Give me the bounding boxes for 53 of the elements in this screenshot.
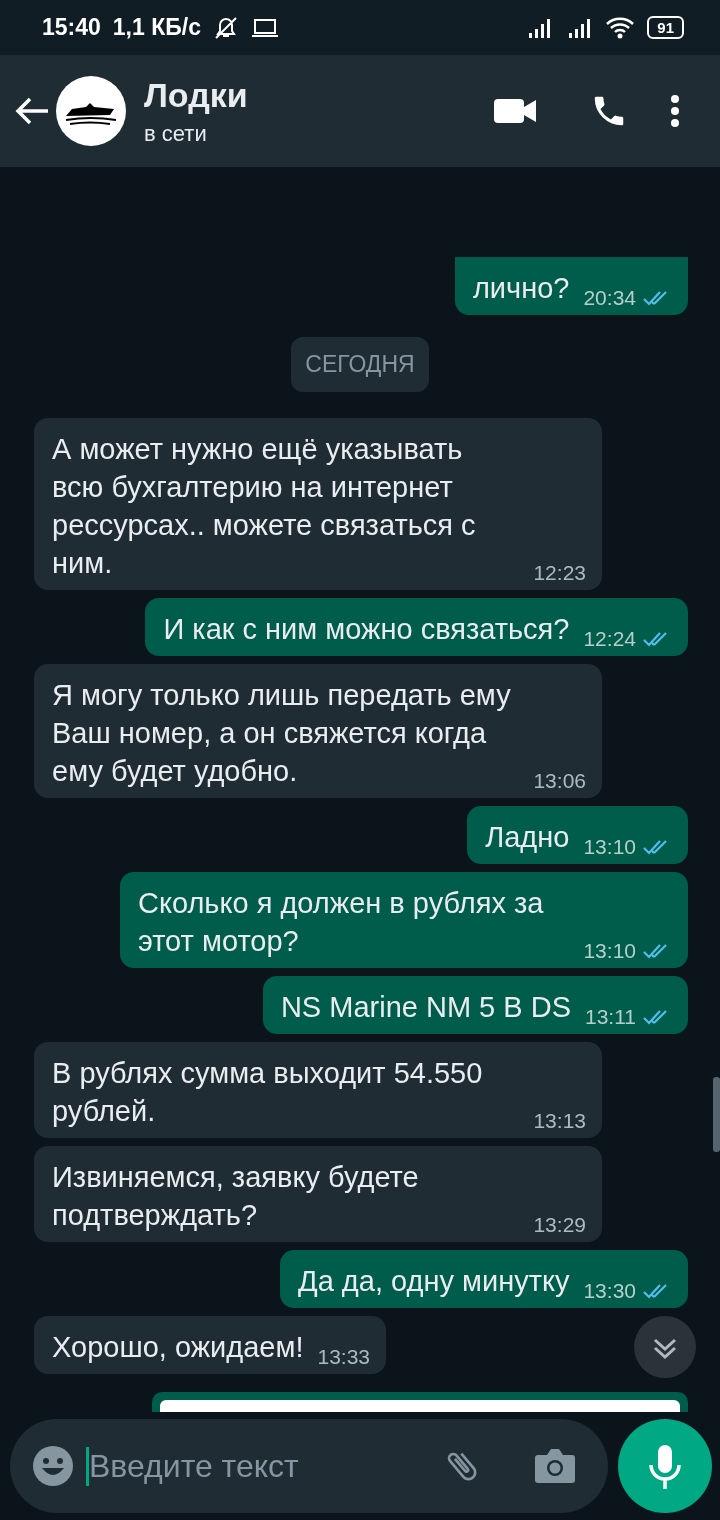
- message-time: 12:23: [533, 560, 586, 586]
- video-call-icon[interactable]: [494, 97, 536, 125]
- contact-status: в сети: [144, 120, 208, 147]
- emoji-icon[interactable]: [32, 1445, 74, 1487]
- message-text: Извиняемся, заявку будете подтверждать?: [52, 1160, 420, 1233]
- message-bubble[interactable]: Хорошо, ожидаем! 13:33: [34, 1316, 387, 1374]
- contact-name[interactable]: Лодки: [144, 75, 494, 115]
- message-bubble[interactable]: В рублях сумма выходит 54.550 рублей. 13:13: [34, 1042, 602, 1138]
- message-time: 12:24: [583, 626, 636, 652]
- message-text: Я могу только лишь передать ему Ваш номер, а он свяжется когда ему будет удобно.: [52, 678, 512, 789]
- message-bubble[interactable]: Извиняемся, заявку будете подтверждать? 13:29: [34, 1146, 602, 1242]
- clock: 15:40: [42, 14, 101, 41]
- message-text: Сколько я должен в рублях за этот мотор?: [138, 886, 545, 959]
- message-text: Да да, одну минутку: [298, 1264, 570, 1299]
- message-field[interactable]: Введите текст: [10, 1419, 608, 1513]
- message-bubble[interactable]: Сколько я должен в рублях за этот мотор? 13:10: [120, 872, 688, 968]
- message-time: 13:30: [583, 1278, 636, 1304]
- message-time: 13:11: [585, 1004, 636, 1030]
- wifi-icon: [605, 15, 636, 40]
- battery-level: 91: [647, 16, 684, 39]
- boat-avatar[interactable]: [56, 76, 126, 146]
- message-bubble[interactable]: Ладно 13:10: [467, 806, 688, 864]
- scroll-down-button[interactable]: [634, 1316, 696, 1378]
- message-time: 13:29: [533, 1212, 586, 1238]
- message-text: И как с ним можно связаться?: [163, 612, 570, 647]
- message-text: NS Marine NM 5 B DS: [280, 990, 571, 1025]
- message-input[interactable]: Введите текст: [86, 1446, 430, 1486]
- message-text: Хорошо, ожидаем!: [52, 1330, 304, 1365]
- laptop-icon: [250, 16, 279, 39]
- message-bubble[interactable]: лично? 20:34: [454, 257, 688, 315]
- message-text: Ладно: [485, 820, 570, 855]
- message-time: 13:33: [317, 1344, 371, 1370]
- scrollbar[interactable]: [713, 1077, 720, 1152]
- message-time: 13:06: [533, 768, 586, 794]
- date-chip: СЕГОДНЯ: [291, 337, 429, 392]
- message-text: В рублях сумма выходит 54.550 рублей.: [52, 1056, 484, 1129]
- message-bubble[interactable]: Я могу только лишь передать ему Ваш номер, а он свяжется когда ему будет удобно. 13:06: [34, 664, 602, 798]
- message-time: 13:10: [583, 834, 636, 860]
- microphone-button[interactable]: [618, 1419, 712, 1513]
- message-bubble[interactable]: [152, 1392, 688, 1412]
- message-bubble[interactable]: NS Marine NM 5 B DS 13:11: [262, 976, 688, 1034]
- network-speed: 1,1 КБ/с: [112, 14, 201, 41]
- message-text: А может нужно ещё указывать всю бухгалтерию на интернет рессурсах.. можете связаться с ним.: [52, 432, 477, 581]
- message-text: лично?: [472, 271, 570, 306]
- message-bubble[interactable]: И как с ним можно связаться? 12:24: [145, 598, 688, 656]
- message-bubble[interactable]: А может нужно ещё указывать всю бухгалтерию на интернет рессурсах.. можете связаться с ним. 12:23: [34, 418, 602, 590]
- back-arrow-icon[interactable]: [14, 96, 50, 126]
- message-time: 20:34: [583, 285, 636, 311]
- message-time: 13:10: [583, 938, 636, 964]
- message-bubble[interactable]: Да да, одну минутку 13:30: [280, 1250, 688, 1308]
- message-time: 13:13: [533, 1108, 586, 1134]
- menu-icon[interactable]: [670, 94, 680, 128]
- camera-icon[interactable]: [534, 1447, 576, 1485]
